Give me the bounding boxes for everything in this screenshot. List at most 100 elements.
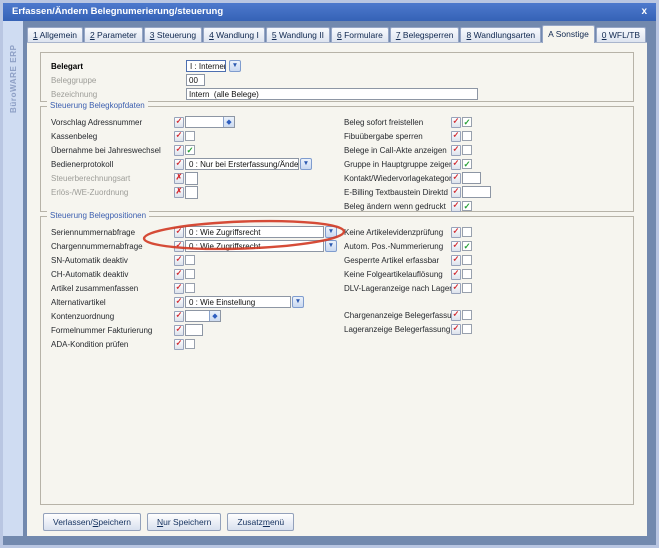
tab-8-wandlungsarten[interactable]: 8 Wandlungsarten xyxy=(460,27,541,42)
tab-6-formulare[interactable]: 6 Formulare xyxy=(331,27,389,42)
permission-check-icon[interactable]: ✓ xyxy=(174,117,184,128)
chevron-down-icon[interactable]: ▼ xyxy=(325,240,337,252)
chevron-down-icon[interactable]: ▼ xyxy=(229,60,241,72)
chevron-down-icon[interactable]: ▼ xyxy=(325,226,337,238)
permission-check-icon[interactable]: ✓ xyxy=(451,145,461,156)
permission-check-icon[interactable]: ✓ xyxy=(451,173,461,184)
kontenzuordnung-spin-input[interactable]: ◆ xyxy=(185,310,221,322)
belege-call-akte-checkbox[interactable] xyxy=(462,145,472,155)
permission-check-icon[interactable]: ✓ xyxy=(451,131,461,142)
field-label: Fibuübergabe sperren xyxy=(344,132,451,141)
lageranzeige-checkbox[interactable] xyxy=(462,324,472,334)
permission-check-icon[interactable]: ✓ xyxy=(451,255,461,266)
formelnummer-input[interactable] xyxy=(185,324,203,336)
field-label: Seriennummernabfrage xyxy=(41,228,174,237)
field-label: Kontenzuordnung xyxy=(41,312,174,321)
zusatzmenu-button[interactable]: Zusatzmenü xyxy=(227,513,294,531)
erloes-we-zuordnung-input[interactable] xyxy=(185,186,198,199)
tab-5-wandlung-2[interactable]: 5 Wandlung II xyxy=(266,27,330,42)
chargenanzeige-checkbox[interactable] xyxy=(462,310,472,320)
form-row: Formelnummer Fakturierung ✓ xyxy=(41,323,344,337)
tab-4-wandlung-1[interactable]: 4 Wandlung I xyxy=(203,27,265,42)
adressnummer-spin-input[interactable]: ◆ xyxy=(185,116,235,128)
jahreswechsel-checkbox[interactable]: ✓ xyxy=(185,145,195,155)
permission-blocked-icon[interactable]: ✗ xyxy=(174,173,184,184)
tab-0-wfl-tb[interactable]: 0 WFL/TB xyxy=(596,27,646,42)
close-icon[interactable]: x xyxy=(641,3,647,20)
row-spacer xyxy=(344,295,633,308)
field-label: Alternativartikel xyxy=(41,298,174,307)
section-belegpositionen: Steuerung Belegpositionen Seriennummerna… xyxy=(40,216,634,505)
permission-check-icon[interactable]: ✓ xyxy=(174,227,184,238)
permission-check-icon[interactable]: ✓ xyxy=(174,241,184,252)
permission-check-icon[interactable]: ✓ xyxy=(174,131,184,142)
chevron-down-icon[interactable]: ▼ xyxy=(292,296,304,308)
form-row: Kontenzuordnung ✓ ◆ xyxy=(41,309,344,323)
nur-speichern-button[interactable]: Nur Speichern xyxy=(147,513,221,531)
dlv-lageranzeige-checkbox[interactable] xyxy=(462,283,472,293)
beleg-aendern-gedruckt-checkbox[interactable]: ✓ xyxy=(462,201,472,211)
beleggruppe-input[interactable]: 00 xyxy=(186,74,205,86)
field-label: Kontakt/Wiedervorlagekategorie xyxy=(344,174,451,183)
gesperrte-artikel-checkbox[interactable] xyxy=(462,255,472,265)
kassenbeleg-checkbox[interactable] xyxy=(185,131,195,141)
permission-blocked-icon[interactable]: ✗ xyxy=(174,187,184,198)
belegart-select[interactable]: I : Interner xyxy=(186,60,226,72)
section-belegkopfdaten: Steuerung Belegkopfdaten Vorschlag Adres… xyxy=(40,106,634,212)
permission-check-icon[interactable]: ✓ xyxy=(451,283,461,294)
chargennummernabfrage-select[interactable]: 0 : Wie Zugriffsrecht xyxy=(185,240,324,252)
bezeichnung-input[interactable]: Intern (alle Belege) xyxy=(186,88,478,100)
field-label: Chargennummernabfrage xyxy=(41,242,174,251)
beleg-sofort-freistellen-checkbox[interactable]: ✓ xyxy=(462,117,472,127)
seriennummernabfrage-select[interactable]: 0 : Wie Zugriffsrecht xyxy=(185,226,324,238)
permission-check-icon[interactable]: ✓ xyxy=(451,201,461,212)
tab-2-parameter[interactable]: 2 Parameter xyxy=(84,27,143,42)
alternativartikel-select[interactable]: 0 : Wie Einstellung xyxy=(185,296,291,308)
fibuuebergabe-sperren-checkbox[interactable] xyxy=(462,131,472,141)
permission-check-icon[interactable]: ✓ xyxy=(451,241,461,252)
permission-check-icon[interactable]: ✓ xyxy=(174,297,184,308)
sn-automatik-checkbox[interactable] xyxy=(185,255,195,265)
permission-check-icon[interactable]: ✓ xyxy=(174,255,184,266)
gruppe-hauptgruppe-checkbox[interactable]: ✓ xyxy=(462,159,472,169)
autom-pos-nummerierung-checkbox[interactable]: ✓ xyxy=(462,241,472,251)
field-label: Beleggruppe xyxy=(41,76,185,85)
steuerberechnungsart-input[interactable] xyxy=(185,172,198,185)
permission-check-icon[interactable]: ✓ xyxy=(451,187,461,198)
permission-check-icon[interactable]: ✓ xyxy=(451,324,461,335)
permission-check-icon[interactable]: ✓ xyxy=(174,145,184,156)
kontakt-wiedervorlage-input[interactable] xyxy=(462,172,481,184)
form-row: CH-Automatik deaktiv ✓ xyxy=(41,267,344,281)
form-row: Lageranzeige Belegerfassung ✓ xyxy=(344,322,633,336)
permission-check-icon[interactable]: ✓ xyxy=(451,117,461,128)
permission-check-icon[interactable]: ✓ xyxy=(174,159,184,170)
artikel-zusammenfassen-checkbox[interactable] xyxy=(185,283,195,293)
spinner-icon[interactable]: ◆ xyxy=(223,117,234,127)
permission-check-icon[interactable]: ✓ xyxy=(174,311,184,322)
tab-7-belegsperren[interactable]: 7 Belegsperren xyxy=(390,27,460,42)
permission-check-icon[interactable]: ✓ xyxy=(174,325,184,336)
permission-check-icon[interactable]: ✓ xyxy=(451,310,461,321)
keine-folgeartikel-checkbox[interactable] xyxy=(462,269,472,279)
keine-artikelevidenz-checkbox[interactable] xyxy=(462,227,472,237)
verlassen-speichern-button[interactable]: Verlassen/Speichern xyxy=(43,513,141,531)
field-label: Steuerberechnungsart xyxy=(41,174,174,183)
spinner-icon[interactable]: ◆ xyxy=(209,311,220,321)
ebilling-textbaustein-input[interactable] xyxy=(462,186,491,198)
tab-strip: 1 Allgemein 2 Parameter 3 Steuerung 4 Wa… xyxy=(27,21,647,42)
ada-kondition-checkbox[interactable] xyxy=(185,339,195,349)
permission-check-icon[interactable]: ✓ xyxy=(174,339,184,350)
permission-check-icon[interactable]: ✓ xyxy=(451,159,461,170)
tab-3-steuerung[interactable]: 3 Steuerung xyxy=(144,27,202,42)
form-row: Belege in Call-Akte anzeigen ✓ xyxy=(344,143,633,157)
bedienerprotokoll-select[interactable]: 0 : Nur bei Ersterfassung/Änderung xyxy=(185,158,299,170)
ch-automatik-checkbox[interactable] xyxy=(185,269,195,279)
form-row: E-Billing Textbaustein Direktd ✓ xyxy=(344,185,633,199)
permission-check-icon[interactable]: ✓ xyxy=(174,269,184,280)
chevron-down-icon[interactable]: ▼ xyxy=(300,158,312,170)
tab-1-allgemein[interactable]: 1 Allgemein xyxy=(27,27,83,42)
permission-check-icon[interactable]: ✓ xyxy=(174,283,184,294)
permission-check-icon[interactable]: ✓ xyxy=(451,227,461,238)
permission-check-icon[interactable]: ✓ xyxy=(451,269,461,280)
tab-a-sonstige[interactable]: A Sonstige xyxy=(542,25,595,43)
